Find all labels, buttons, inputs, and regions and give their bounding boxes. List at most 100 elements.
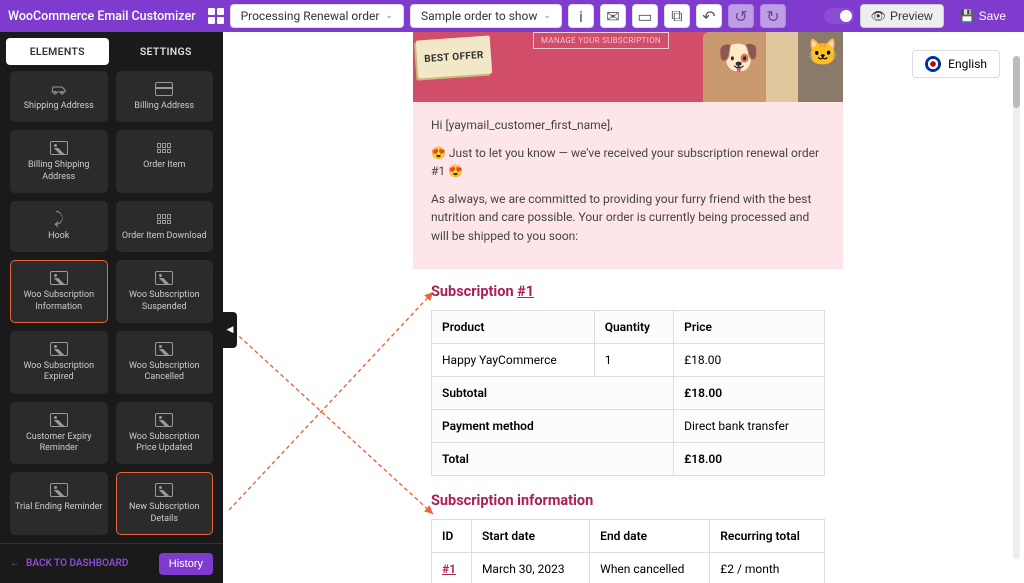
manage-subscription-button: MANAGE YOUR SUBSCRIPTION <box>533 32 669 49</box>
sample-order-label: Sample order to show <box>421 9 537 23</box>
language-selector[interactable]: English <box>912 50 1000 78</box>
grid-icon <box>155 212 173 226</box>
element-tile-customer-expiry-reminder[interactable]: Customer Expiry Reminder <box>10 402 108 465</box>
element-tile-woo-subscription-expired[interactable]: Woo Subscription Expired <box>10 331 108 394</box>
collapse-sidebar-handle[interactable]: ◀ <box>223 312 237 348</box>
card-icon <box>155 82 173 96</box>
cell-start: March 30, 2023 <box>471 552 589 583</box>
subscription-title: Subscription #1 <box>431 283 825 300</box>
elements-grid: Shipping Address Billing Address Billing S… <box>0 71 223 543</box>
value-payment: Direct bank transfer <box>674 409 825 442</box>
element-tile-shipping-address[interactable]: Shipping Address <box>10 71 108 122</box>
img-icon <box>155 413 173 427</box>
cell-end: When cancelled <box>590 552 710 583</box>
img-icon <box>50 271 68 285</box>
element-tile-label: Billing Shipping Address <box>15 160 103 183</box>
img-icon <box>50 141 68 155</box>
chevron-down-icon: ⌄ <box>543 11 551 21</box>
col-price: Price <box>674 310 825 343</box>
element-tile-woo-subscription-cancelled[interactable]: Woo Subscription Cancelled <box>116 331 214 394</box>
element-tile-label: Trial Ending Reminder <box>15 502 102 513</box>
col-id: ID <box>432 519 472 552</box>
email-preview: BEST OFFER MANAGE YOUR SUBSCRIPTION Hi [… <box>413 32 843 583</box>
col-start: Start date <box>471 519 589 552</box>
img-icon <box>155 271 173 285</box>
hook-icon: ⤸ <box>50 212 68 226</box>
element-tile-label: Order Item <box>143 160 185 171</box>
cell-recurring: £2 / month <box>710 552 825 583</box>
element-tile-label: Customer Expiry Reminder <box>15 432 103 455</box>
col-recurring: Recurring total <box>710 519 825 552</box>
col-end: End date <box>590 519 710 552</box>
email-body: Hi [yaymail_customer_first_name], 😍 Just… <box>413 102 843 269</box>
email-hero: BEST OFFER MANAGE YOUR SUBSCRIPTION <box>413 32 843 102</box>
element-tile-order-item[interactable]: Order Item <box>116 130 214 193</box>
scrollbar-thumb[interactable] <box>1013 56 1020 108</box>
redo-back-button[interactable]: ↺ <box>728 4 754 28</box>
tab-elements[interactable]: ELEMENTS <box>6 38 109 65</box>
element-tile-hook[interactable]: ⤸ Hook <box>10 201 108 252</box>
element-tile-label: Shipping Address <box>24 101 94 112</box>
element-tile-label: Order Item Download <box>122 231 207 242</box>
grid-icon[interactable] <box>208 8 224 24</box>
img-icon <box>50 413 68 427</box>
back-to-dashboard-link[interactable]: ←BACK TO DASHBOARD <box>10 558 128 569</box>
label-total: Total <box>432 442 674 475</box>
sidebar: ELEMENTS SETTINGS Shipping Address Billin… <box>0 32 223 583</box>
img-icon <box>155 483 173 497</box>
tab-settings[interactable]: SETTINGS <box>115 38 218 65</box>
grid-icon <box>155 141 173 155</box>
chevron-down-icon: ⌄ <box>385 11 393 21</box>
greeting-text: Hi [yaymail_customer_first_name], <box>431 116 825 135</box>
element-tile-label: Woo Subscription Information <box>15 290 103 313</box>
sample-order-dropdown[interactable]: Sample order to show ⌄ <box>410 4 562 28</box>
element-tile-label: New Subscription Details <box>121 502 209 525</box>
element-tile-trial-ending-reminder[interactable]: Trial Ending Reminder <box>10 472 108 535</box>
app-title: WooCommerce Email Customizer <box>8 9 196 24</box>
preview-button[interactable]: 👁Preview <box>860 4 944 28</box>
element-tile-billing-shipping-address[interactable]: Billing Shipping Address <box>10 130 108 193</box>
redo-forward-button[interactable]: ↻ <box>760 4 786 28</box>
element-tile-label: Woo Subscription Expired <box>15 361 103 384</box>
subscription-info-title: Subscription information <box>431 492 825 509</box>
element-tile-label: Billing Address <box>134 101 194 112</box>
value-total: £18.00 <box>674 442 825 475</box>
copy-button[interactable]: ⧉ <box>664 4 690 28</box>
body-line: As always, we are committed to providing… <box>431 190 825 246</box>
email-button[interactable]: ✉ <box>600 4 626 28</box>
subscription-info-table: IDStart dateEnd dateRecurring total #1 Ma… <box>431 519 825 583</box>
label-subtotal: Subtotal <box>432 376 674 409</box>
page-button[interactable]: ▭ <box>632 4 658 28</box>
col-quantity: Quantity <box>594 310 673 343</box>
element-tile-woo-subscription-price-updated[interactable]: Woo Subscription Price Updated <box>116 402 214 465</box>
language-label: English <box>948 57 987 71</box>
top-bar: WooCommerce Email Customizer Processing … <box>0 0 1024 32</box>
element-tile-label: Hook <box>48 231 69 242</box>
eye-icon: 👁 <box>871 9 886 23</box>
info-button[interactable]: i <box>568 4 594 28</box>
cell-qty: 1 <box>594 343 673 376</box>
img-icon <box>50 342 68 356</box>
intro-line: 😍 Just to let you know — we've received … <box>431 144 825 181</box>
template-dropdown-label: Processing Renewal order <box>241 9 380 23</box>
save-button[interactable]: 💾Save <box>950 5 1016 27</box>
element-tile-woo-subscription-information[interactable]: Woo Subscription Information <box>10 260 108 323</box>
vertical-scrollbar[interactable] <box>1013 56 1020 559</box>
email-main: Subscription #1 ProductQuantityPrice Hap… <box>413 269 843 583</box>
element-tile-label: Woo Subscription Price Updated <box>121 432 209 455</box>
uk-flag-icon <box>925 56 941 72</box>
element-tile-woo-subscription-suspended[interactable]: Woo Subscription Suspended <box>116 260 214 323</box>
element-tile-billing-address[interactable]: Billing Address <box>116 71 214 122</box>
hero-pets-image <box>703 32 843 102</box>
element-tile-new-subscription-details[interactable]: New Subscription Details <box>116 472 214 535</box>
canvas: ◀ English BEST OFFER MANAGE YOUR SUBSCRI… <box>223 32 1024 583</box>
history-button[interactable]: History <box>159 553 213 575</box>
cell-id[interactable]: #1 <box>442 562 456 576</box>
undo-button[interactable]: ↶ <box>696 4 722 28</box>
cell-product: Happy YayCommerce <box>432 343 595 376</box>
element-tile-order-item-download[interactable]: Order Item Download <box>116 201 214 252</box>
car-icon <box>50 82 68 96</box>
element-tile-label: Woo Subscription Cancelled <box>121 361 209 384</box>
template-dropdown[interactable]: Processing Renewal order ⌄ <box>230 4 404 28</box>
enable-toggle[interactable] <box>824 8 854 24</box>
